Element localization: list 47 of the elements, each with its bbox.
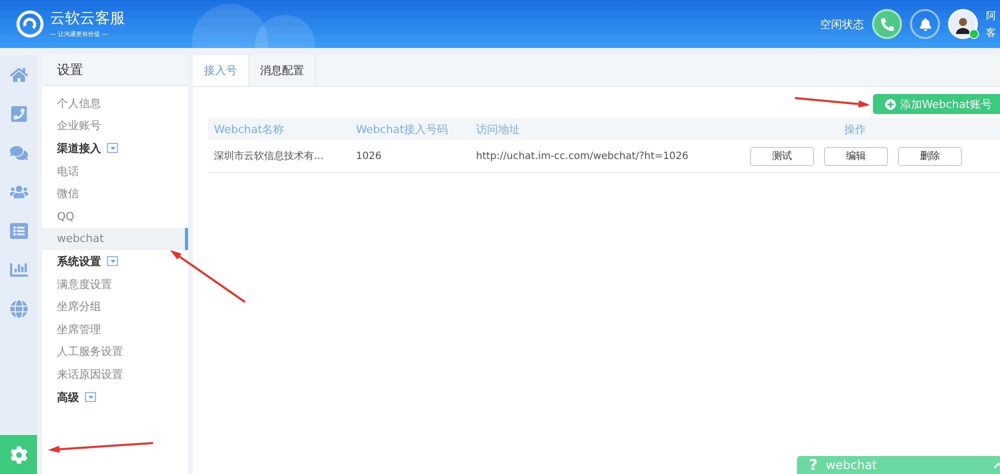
sidebar-item[interactable]: 个人信息 bbox=[42, 92, 188, 115]
sidebar-item[interactable]: 来话原因设置 bbox=[42, 363, 188, 386]
user-role: 客 bbox=[986, 26, 997, 40]
status-label: 空闲状态 bbox=[820, 16, 864, 32]
plus-icon bbox=[884, 98, 896, 110]
sidebar-item[interactable]: 微信 bbox=[42, 182, 188, 205]
bell-icon bbox=[918, 18, 932, 30]
caret-icon bbox=[85, 392, 96, 402]
table-cell-text: 1026 bbox=[355, 150, 382, 162]
column-header: 操作 bbox=[843, 122, 867, 136]
avatar[interactable] bbox=[948, 9, 978, 39]
column-header: Webchat接入号码 bbox=[355, 122, 450, 136]
sidebar-title: 设置 bbox=[42, 55, 188, 86]
caret-icon bbox=[107, 143, 118, 154]
group-label: 系统设置 bbox=[57, 254, 101, 269]
sidebar-item[interactable]: webchat bbox=[42, 228, 188, 250]
action-button[interactable]: 删除 bbox=[898, 146, 962, 166]
phone-icon bbox=[880, 18, 894, 30]
user-name: 阿 bbox=[986, 10, 997, 22]
bell-button[interactable] bbox=[910, 9, 940, 39]
sidebar-item[interactable]: 满意度设置 bbox=[42, 272, 188, 296]
action-button[interactable]: 测试 bbox=[750, 146, 814, 166]
help-icon: ? bbox=[809, 456, 818, 474]
sidebar-group[interactable]: 系统设置 bbox=[42, 250, 188, 273]
sidebar-item[interactable]: 坐席分组 bbox=[42, 295, 188, 318]
column-header: Webchat名称 bbox=[213, 122, 286, 136]
table-cell-text: http://uchat.im-cc.com/webchat/?ht=1026 bbox=[475, 150, 690, 162]
table-cell-text: 深圳市云软信息技术有... bbox=[213, 150, 325, 163]
sidebar-item[interactable]: QQ bbox=[42, 204, 188, 228]
sidebar-item[interactable]: 电话 bbox=[42, 160, 188, 182]
sidebar-group[interactable]: 渠道接入 bbox=[42, 137, 188, 160]
logo-icon bbox=[16, 10, 44, 38]
group-label: 渠道接入 bbox=[57, 140, 101, 156]
add-account-button[interactable]: 添加Webchat账号 bbox=[872, 94, 1000, 114]
sidebar-item[interactable]: 人工服务设置 bbox=[42, 340, 188, 364]
group-label: 高级 bbox=[57, 390, 79, 405]
settings-icon[interactable] bbox=[0, 435, 37, 474]
column-header: 访问地址 bbox=[475, 122, 521, 136]
phone-button[interactable] bbox=[872, 9, 902, 39]
brand-name: 云软云客服 bbox=[50, 9, 125, 28]
sidebar-item[interactable]: 企业账号 bbox=[42, 114, 188, 138]
sidebar-group[interactable]: 高级 bbox=[42, 386, 188, 408]
caret-icon bbox=[107, 256, 118, 266]
sidebar-item[interactable]: 坐席管理 bbox=[42, 318, 188, 341]
tab[interactable]: 接入号 bbox=[193, 55, 249, 86]
widget-label: webchat bbox=[826, 458, 877, 472]
action-button[interactable]: 编辑 bbox=[824, 146, 888, 166]
